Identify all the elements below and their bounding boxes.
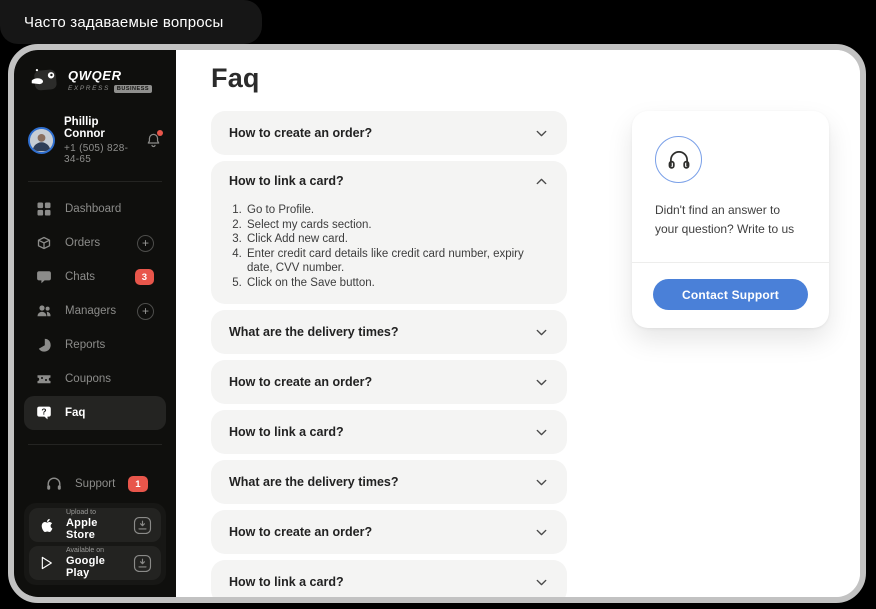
chevron-down-icon[interactable]: [534, 475, 549, 490]
brand-logo: QWQER EXPRESS BUSINESS: [14, 50, 176, 96]
contact-support-button[interactable]: Contact Support: [653, 279, 808, 311]
faq-question: How to link a card?: [229, 174, 344, 188]
page-title-tab-label: Часто задаваемые вопросы: [24, 13, 224, 31]
support-card-text: Didn't find an answer to your question? …: [655, 203, 795, 236]
sidebar-item-coupons[interactable]: Coupons: [24, 362, 166, 396]
faq-step: Click Add new card.: [245, 232, 549, 247]
faq-accordion-item[interactable]: How to link a card?: [211, 410, 567, 454]
chevron-up-icon[interactable]: [534, 174, 549, 189]
svg-text:?: ?: [41, 407, 46, 417]
avatar: [28, 127, 55, 154]
sidebar-item-label: Faq: [65, 407, 86, 419]
sidebar-item-label: Chats: [65, 271, 96, 283]
add-icon[interactable]: +: [137, 302, 154, 320]
google-play-icon: [38, 555, 56, 571]
chevron-down-icon[interactable]: [534, 425, 549, 440]
page-title-tab: Часто задаваемые вопросы: [0, 0, 262, 44]
faq-accordion-item[interactable]: What are the delivery times?: [211, 460, 567, 504]
sidebar-item-label: Managers: [65, 305, 117, 317]
faq-list: How to create an order? How to link a ca…: [211, 111, 567, 597]
notification-dot: [157, 129, 163, 136]
screen: Часто задаваемые вопросы QWQER EXPRESS B…: [0, 0, 876, 609]
main-content: Faq How to create an order? How to link …: [176, 50, 860, 597]
headset-icon: [46, 476, 62, 492]
faq-accordion-item[interactable]: What are the delivery times?: [211, 310, 567, 354]
store-small-label: Available on: [66, 547, 105, 554]
sidebar-item-managers[interactable]: Managers +: [24, 294, 166, 328]
brand-subtitle: EXPRESS: [68, 85, 110, 92]
reports-icon: [36, 337, 52, 353]
app-store-links: Upload to Apple Store Available on Googl…: [24, 503, 166, 585]
managers-icon: [36, 303, 52, 319]
sidebar-item-label: Dashboard: [65, 203, 122, 215]
support-count-badge: 1: [128, 476, 148, 492]
chevron-down-icon[interactable]: [534, 575, 549, 590]
notifications-bell-icon[interactable]: [145, 129, 163, 150]
count-badge: 3: [134, 269, 154, 285]
chevron-down-icon[interactable]: [534, 126, 549, 141]
faq-step: Enter credit card details like credit ca…: [245, 247, 549, 276]
store-button-apple-store[interactable]: Upload to Apple Store: [29, 508, 161, 542]
store-name-label: Google Play: [66, 555, 106, 579]
store-name-label: Apple Store: [66, 517, 98, 541]
store-small-label: Upload to: [66, 509, 96, 516]
faq-accordion-item[interactable]: How to create an order?: [211, 510, 567, 554]
brand-badge: BUSINESS: [113, 84, 153, 93]
faq-question: What are the delivery times?: [229, 475, 399, 489]
chevron-down-icon[interactable]: [534, 525, 549, 540]
download-icon: [133, 516, 152, 535]
faq-step: Click on the Save button.: [245, 276, 549, 291]
store-button-google-play[interactable]: Available on Google Play: [29, 546, 161, 580]
faq-question: How to create an order?: [229, 525, 373, 539]
sidebar-item-faq[interactable]: ? Faq: [24, 396, 166, 430]
faq-step: Go to Profile.: [245, 203, 549, 218]
app-window: QWQER EXPRESS BUSINESS Phillip Connor +1…: [8, 44, 866, 603]
brand-name: QWQER: [68, 67, 122, 83]
apple-icon: [38, 517, 56, 534]
page-title: Faq: [211, 63, 260, 93]
faq-question: How to link a card?: [229, 425, 344, 439]
faq-question: How to create an order?: [229, 126, 373, 140]
faq-accordion-item[interactable]: How to link a card?: [211, 560, 567, 597]
chevron-down-icon[interactable]: [534, 325, 549, 340]
sidebar-item-dashboard[interactable]: Dashboard: [24, 192, 166, 226]
headphones-icon: [655, 136, 702, 183]
chevron-down-icon[interactable]: [534, 375, 549, 390]
sidebar-item-label: Coupons: [65, 373, 112, 385]
faq-icon: ?: [36, 405, 52, 421]
orders-icon: [36, 235, 52, 251]
qwqer-logo-icon: [28, 64, 60, 96]
sidebar-item-support[interactable]: Support 1: [34, 467, 156, 501]
sidebar-item-label: Support: [75, 478, 116, 490]
user-profile[interactable]: Phillip Connor +1 (505) 828-34-65: [28, 116, 163, 165]
faq-question: How to create an order?: [229, 375, 373, 389]
faq-accordion-item[interactable]: How to create an order?: [211, 111, 567, 155]
support-card: Didn't find an answer to your question? …: [632, 111, 829, 329]
sidebar-item-label: Reports: [65, 339, 106, 351]
user-phone: +1 (505) 828-34-65: [64, 143, 129, 165]
download-icon: [133, 554, 152, 573]
sidebar-item-reports[interactable]: Reports: [24, 328, 166, 362]
faq-accordion-item[interactable]: How to link a card? Go to Profile.Select…: [211, 161, 567, 304]
sidebar-item-orders[interactable]: Orders +: [24, 226, 166, 260]
faq-accordion-item[interactable]: How to create an order?: [211, 360, 567, 404]
faq-step: Select my cards section.: [245, 218, 549, 233]
faq-question: How to link a card?: [229, 575, 344, 589]
faq-answer-steps: Go to Profile.Select my cards section.Cl…: [229, 203, 549, 304]
chats-icon: [36, 269, 52, 285]
sidebar: QWQER EXPRESS BUSINESS Phillip Connor +1…: [14, 50, 176, 597]
sidebar-item-chats[interactable]: Chats 3: [24, 260, 166, 294]
sidebar-menu: Dashboard Orders + Chats 3 Managers + Re…: [14, 182, 176, 430]
faq-question: What are the delivery times?: [229, 325, 399, 339]
dashboard-icon: [36, 201, 52, 217]
sidebar-divider: [28, 444, 162, 445]
add-icon[interactable]: +: [137, 234, 154, 252]
user-name: Phillip Connor: [64, 116, 105, 140]
coupons-icon: [36, 371, 52, 387]
sidebar-item-label: Orders: [65, 237, 101, 249]
